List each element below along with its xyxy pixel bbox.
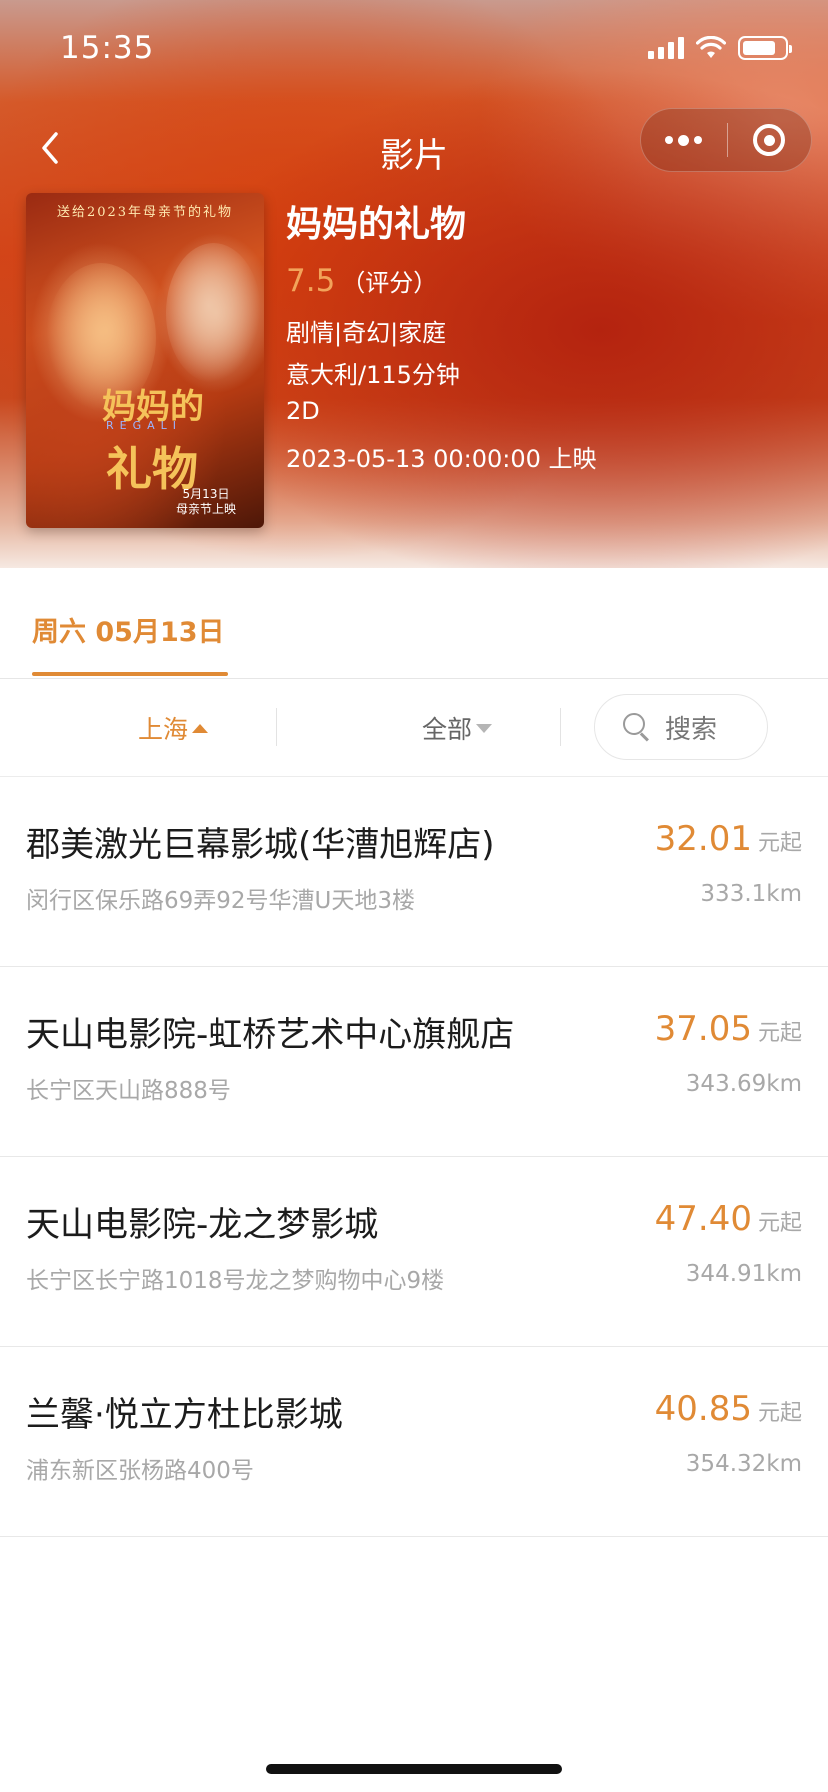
cinema-item[interactable]: 天山电影院-龙之梦影城 长宁区长宁路1018号龙之梦购物中心9楼 47.40 元… [0,1157,828,1347]
city-filter-label: 上海 [138,715,189,744]
more-icon[interactable] [641,108,727,172]
cinema-address: 长宁区天山路888号 [26,1078,231,1104]
cinema-item[interactable]: 郡美激光巨幕影城(华漕旭辉店) 闵行区保乐路69弄92号华漕U天地3楼 32.0… [0,777,828,967]
area-filter-label: 全部 [422,715,473,744]
movie-title: 妈妈的礼物 [286,204,467,245]
cinema-price: 32.01 元起 [655,819,802,859]
city-filter[interactable]: 上海 [138,710,209,746]
poster-tagline: 送给2023年母亲节的礼物 [56,205,234,220]
caret-down-icon [476,723,493,733]
cinema-distance: 333.1km [700,881,802,907]
poster-release-date: 5月13日 母亲节上映 [176,487,236,517]
cinema-name: 兰馨·悦立方杜比影城 [26,1395,343,1435]
price-unit: 元起 [757,1021,802,1046]
movie-score: 7.5 [286,263,336,299]
cinema-price: 40.85 元起 [655,1389,802,1429]
cinema-list: 郡美激光巨幕影城(华漕旭辉店) 闵行区保乐路69弄92号华漕U天地3楼 32.0… [0,777,828,1537]
cinema-address: 闵行区保乐路69弄92号华漕U天地3楼 [26,888,416,914]
cinema-distance: 343.69km [685,1071,802,1097]
price-value: 40.85 [654,1389,752,1429]
status-icons [648,36,792,60]
cinema-price: 37.05 元起 [655,1009,802,1049]
price-unit: 元起 [757,831,802,856]
poster-date-line2: 母亲节上映 [176,502,237,516]
wifi-icon [696,36,726,58]
cinema-price: 47.40 元起 [655,1199,802,1239]
poster-date-line1: 5月13日 [182,487,230,501]
cinema-name: 天山电影院-虹桥艺术中心旗舰店 [26,1015,515,1055]
filter-divider [276,708,277,746]
status-time: 15:35 [60,30,155,66]
mini-program-capsule [640,108,812,172]
movie-region-duration: 意大利/115分钟 [286,361,460,389]
signal-icon [648,37,684,59]
poster-title-english: REGALI [106,419,183,432]
cinema-address: 浦东新区张杨路400号 [26,1458,254,1484]
price-unit: 元起 [757,1211,802,1236]
search-icon [623,713,651,741]
cinema-name: 郡美激光巨幕影城(华漕旭辉店) [26,825,495,865]
movie-info: 妈妈的礼物 7.5 （评分） 剧情|奇幻|家庭 意大利/115分钟 2D 202… [286,195,597,473]
price-value: 32.01 [654,819,752,859]
score-label: （评分） [341,269,438,297]
cinema-distance: 354.32km [685,1451,802,1477]
movie-header: 15:35 影片 送给2023年母亲节的礼物 妈妈的 REGALI 礼物 5月1… [0,0,828,568]
battery-icon [738,36,792,60]
tab-underline [32,672,228,676]
cinema-item[interactable]: 天山电影院-虹桥艺术中心旗舰店 长宁区天山路888号 37.05 元起 343.… [0,967,828,1157]
movie-format: 2D [286,397,320,425]
price-unit: 元起 [757,1401,802,1426]
price-value: 37.05 [654,1009,752,1049]
caret-up-icon [192,723,209,733]
movie-poster[interactable]: 送给2023年母亲节的礼物 妈妈的 REGALI 礼物 5月13日 母亲节上映 [26,193,264,528]
movie-genres: 剧情|奇幻|家庭 [286,319,447,347]
filter-divider [560,708,561,746]
divider [0,678,828,679]
home-indicator[interactable] [266,1764,562,1774]
price-value: 47.40 [654,1199,752,1239]
date-tab-selected[interactable]: 周六 05月13日 [32,610,225,649]
movie-score-row: 7.5 （评分） [286,263,597,299]
area-filter[interactable]: 全部 [422,710,493,746]
close-mini-program-icon[interactable] [728,108,812,172]
search-label: 搜索 [665,714,718,745]
search-button[interactable]: 搜索 [594,694,768,760]
cinema-item[interactable]: 兰馨·悦立方杜比影城 浦东新区张杨路400号 40.85 元起 354.32km [0,1347,828,1537]
cinema-distance: 344.91km [685,1261,802,1287]
cinema-name: 天山电影院-龙之梦影城 [26,1205,379,1245]
cinema-address: 长宁区长宁路1018号龙之梦购物中心9楼 [26,1268,445,1294]
movie-release: 2023-05-13 00:00:00 上映 [286,445,597,473]
